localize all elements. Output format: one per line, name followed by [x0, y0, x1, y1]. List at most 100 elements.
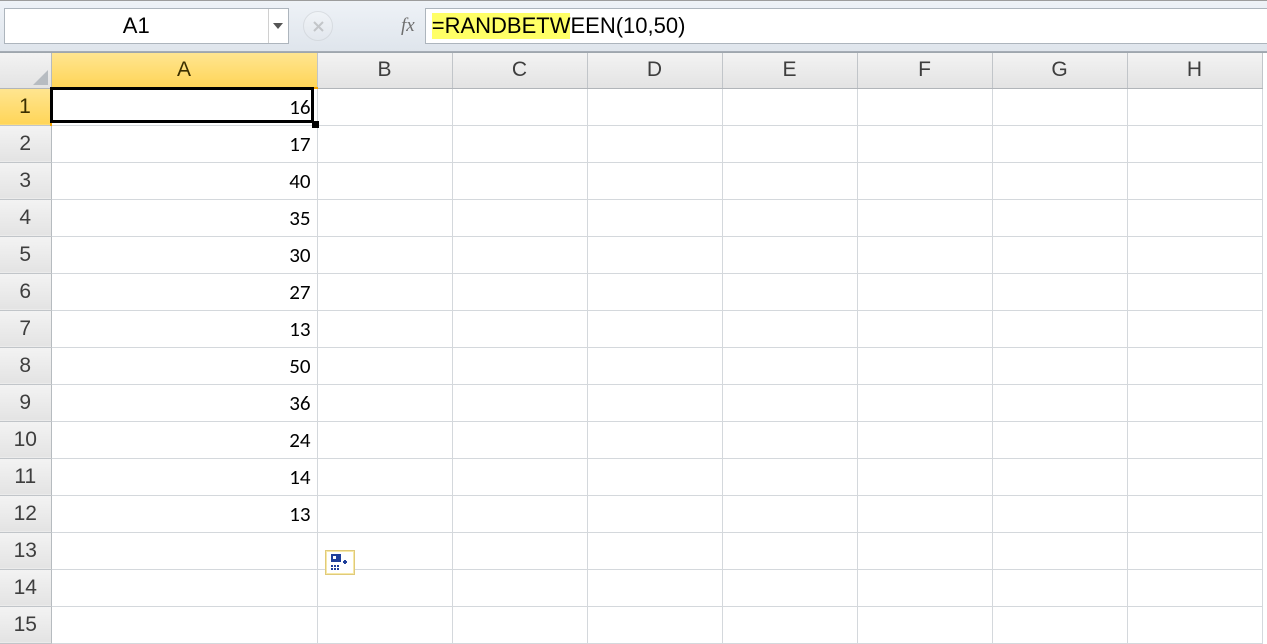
name-box-dropdown[interactable]	[268, 9, 288, 43]
cell-E6[interactable]	[722, 273, 857, 310]
column-header-F[interactable]: F	[857, 53, 992, 88]
cell-G4[interactable]	[992, 199, 1127, 236]
cell-F11[interactable]	[857, 458, 992, 495]
cell-A10[interactable]: 24	[51, 421, 317, 458]
cell-B1[interactable]	[317, 88, 452, 125]
cell-F9[interactable]	[857, 384, 992, 421]
row-header-2[interactable]: 2	[0, 125, 51, 162]
column-header-D[interactable]: D	[587, 53, 722, 88]
cell-H6[interactable]	[1127, 273, 1262, 310]
cell-B2[interactable]	[317, 125, 452, 162]
cell-E5[interactable]	[722, 236, 857, 273]
cell-A8[interactable]: 50	[51, 347, 317, 384]
cell-H7[interactable]	[1127, 310, 1262, 347]
cell-G9[interactable]	[992, 384, 1127, 421]
cell-A9[interactable]: 36	[51, 384, 317, 421]
row-header-6[interactable]: 6	[0, 273, 51, 310]
row-header-9[interactable]: 9	[0, 384, 51, 421]
cell-F8[interactable]	[857, 347, 992, 384]
cell-A3[interactable]: 40	[51, 162, 317, 199]
cell-C7[interactable]	[452, 310, 587, 347]
cell-B3[interactable]	[317, 162, 452, 199]
cell-B8[interactable]	[317, 347, 452, 384]
cell-E11[interactable]	[722, 458, 857, 495]
cell-C12[interactable]	[452, 495, 587, 532]
cell-C3[interactable]	[452, 162, 587, 199]
cell-D13[interactable]	[587, 532, 722, 569]
cell-E7[interactable]	[722, 310, 857, 347]
column-header-H[interactable]: H	[1127, 53, 1262, 88]
cell-E10[interactable]	[722, 421, 857, 458]
row-header-13[interactable]: 13	[0, 532, 51, 569]
column-header-B[interactable]: B	[317, 53, 452, 88]
cell-B4[interactable]	[317, 199, 452, 236]
cell-D11[interactable]	[587, 458, 722, 495]
cell-F10[interactable]	[857, 421, 992, 458]
cell-H1[interactable]	[1127, 88, 1262, 125]
cell-G14[interactable]	[992, 569, 1127, 606]
cell-G15[interactable]	[992, 606, 1127, 643]
cell-G8[interactable]	[992, 347, 1127, 384]
cell-C6[interactable]	[452, 273, 587, 310]
cell-H2[interactable]	[1127, 125, 1262, 162]
cell-H9[interactable]	[1127, 384, 1262, 421]
cell-F13[interactable]	[857, 532, 992, 569]
cell-E2[interactable]	[722, 125, 857, 162]
cell-B12[interactable]	[317, 495, 452, 532]
cell-E14[interactable]	[722, 569, 857, 606]
cell-A15[interactable]	[51, 606, 317, 643]
cell-C2[interactable]	[452, 125, 587, 162]
cell-E13[interactable]	[722, 532, 857, 569]
cell-C11[interactable]	[452, 458, 587, 495]
row-header-11[interactable]: 11	[0, 458, 51, 495]
autofill-options-button[interactable]	[325, 550, 355, 575]
cell-H13[interactable]	[1127, 532, 1262, 569]
cell-D6[interactable]	[587, 273, 722, 310]
cell-H3[interactable]	[1127, 162, 1262, 199]
cell-B7[interactable]	[317, 310, 452, 347]
cell-E8[interactable]	[722, 347, 857, 384]
cell-C14[interactable]	[452, 569, 587, 606]
cell-G5[interactable]	[992, 236, 1127, 273]
cell-H8[interactable]	[1127, 347, 1262, 384]
cell-H12[interactable]	[1127, 495, 1262, 532]
cell-D2[interactable]	[587, 125, 722, 162]
cell-D7[interactable]	[587, 310, 722, 347]
cell-B10[interactable]	[317, 421, 452, 458]
cell-A2[interactable]: 17	[51, 125, 317, 162]
cell-G10[interactable]	[992, 421, 1127, 458]
cell-A1[interactable]: 16	[51, 88, 317, 125]
cell-G2[interactable]	[992, 125, 1127, 162]
cell-C4[interactable]	[452, 199, 587, 236]
cell-D9[interactable]	[587, 384, 722, 421]
cell-D15[interactable]	[587, 606, 722, 643]
cell-H14[interactable]	[1127, 569, 1262, 606]
row-header-15[interactable]: 15	[0, 606, 51, 643]
column-header-G[interactable]: G	[992, 53, 1127, 88]
cell-E12[interactable]	[722, 495, 857, 532]
cell-H11[interactable]	[1127, 458, 1262, 495]
row-header-3[interactable]: 3	[0, 162, 51, 199]
cell-H5[interactable]	[1127, 236, 1262, 273]
cell-A5[interactable]: 30	[51, 236, 317, 273]
cell-F7[interactable]	[857, 310, 992, 347]
cell-G11[interactable]	[992, 458, 1127, 495]
column-header-A[interactable]: A	[51, 53, 317, 88]
row-header-10[interactable]: 10	[0, 421, 51, 458]
cell-B15[interactable]	[317, 606, 452, 643]
row-header-5[interactable]: 5	[0, 236, 51, 273]
cell-A14[interactable]	[51, 569, 317, 606]
cell-C8[interactable]	[452, 347, 587, 384]
cell-C5[interactable]	[452, 236, 587, 273]
cell-F4[interactable]	[857, 199, 992, 236]
cell-F14[interactable]	[857, 569, 992, 606]
cell-G12[interactable]	[992, 495, 1127, 532]
cell-F3[interactable]	[857, 162, 992, 199]
fx-label[interactable]: fx	[401, 15, 415, 37]
cell-D14[interactable]	[587, 569, 722, 606]
cell-A4[interactable]: 35	[51, 199, 317, 236]
cell-D3[interactable]	[587, 162, 722, 199]
column-header-E[interactable]: E	[722, 53, 857, 88]
name-box[interactable]	[4, 8, 289, 44]
cell-C9[interactable]	[452, 384, 587, 421]
